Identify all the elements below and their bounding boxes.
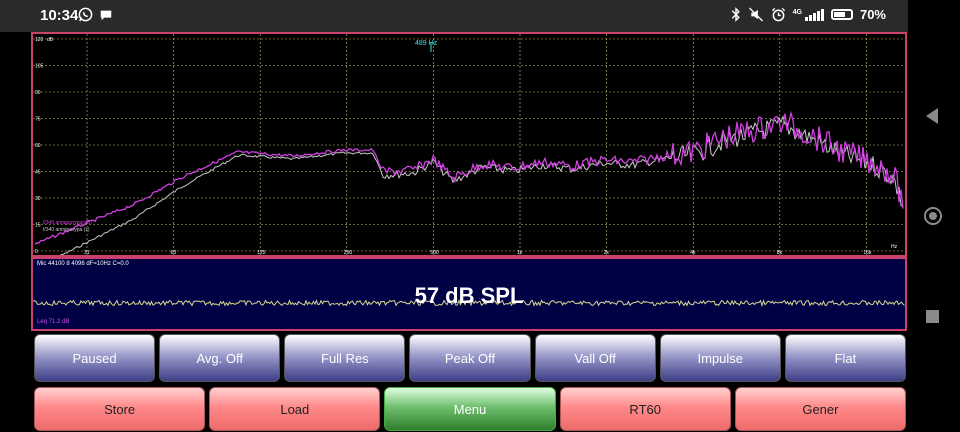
network-type: 4G (792, 8, 802, 16)
spl-meter-panel: Mic 44100 8 4096 dF=10Hz C=0.0 57 dB SPL… (31, 257, 907, 331)
y-tick-label: 0 (35, 249, 38, 255)
y-tick-label: 75 (35, 117, 41, 123)
controls-row-2: Store Load Menu RT60 Gener (34, 387, 907, 431)
y-tick-label: 90 (35, 90, 41, 96)
spectrum-graph[interactable]: 120 105 90 75 60 45 30 15 0 31 63 125 250 500 1k 2k 4k 8k… (31, 32, 907, 257)
x-tick-label: 16k (863, 250, 872, 255)
flat-button[interactable]: Flat (784, 334, 906, 382)
x-tick-label: 4k (690, 250, 696, 255)
navigation-bar (908, 0, 960, 432)
spectrum-plot: 120 105 90 75 60 45 30 15 0 31 63 125 250 500 1k 2k 4k 8k… (33, 34, 905, 255)
legend-white: f/340 аппаратура (s) (43, 227, 90, 233)
message-icon (100, 10, 112, 20)
mute-icon (748, 7, 763, 22)
bluetooth-icon (731, 7, 740, 22)
x-tick-label: 500 (430, 250, 439, 255)
rt60-button[interactable]: RT60 (559, 387, 731, 431)
home-icon[interactable] (924, 207, 942, 225)
x-tick-label: 250 (344, 250, 353, 255)
x-tick-label: 8k (777, 250, 783, 255)
store-button[interactable]: Store (34, 387, 206, 431)
y-tick-label: 45 (35, 170, 41, 176)
y-tick-label: 105 (35, 64, 44, 70)
gener-button[interactable]: Gener (734, 387, 907, 431)
x-tick-label: 125 (257, 250, 266, 255)
avg-off-button[interactable]: Avg. Off (159, 334, 281, 382)
x-tick-label: 2k (604, 250, 610, 255)
y-tick-label: 15 (35, 223, 41, 229)
cursor-frequency-label: 489 Hz (415, 40, 438, 47)
x-tick-label: 63 (171, 250, 177, 255)
full-res-button[interactable]: Full Res (284, 334, 406, 382)
whatsapp-icon (78, 7, 93, 22)
leq-value: Leq 71.2 dB (37, 319, 70, 325)
y-axis-unit: dB (47, 37, 54, 43)
x-tick-label: 1k (517, 250, 523, 255)
y-tick-label: 30 (35, 196, 41, 202)
battery-icon (830, 9, 853, 20)
legend-magenta: f/340 аппаратура(dB) (43, 220, 92, 226)
controls-row-1: Paused Avg. Off Full Res Peak Off Vall O… (34, 334, 906, 382)
vall-off-button[interactable]: Vall Off (534, 334, 656, 382)
back-icon[interactable] (926, 108, 938, 124)
alarm-icon (771, 7, 785, 22)
clock: 10:34 (40, 7, 79, 24)
battery-percent: 70% (859, 7, 886, 22)
status-bar: 10:34 4G 70% (0, 0, 908, 32)
menu-button[interactable]: Menu (384, 387, 556, 431)
paused-button[interactable]: Paused (34, 334, 156, 382)
peak-off-button[interactable]: Peak Off (409, 334, 531, 382)
x-tick-label: 31 (84, 250, 90, 255)
recent-apps-icon[interactable] (926, 310, 939, 323)
load-button[interactable]: Load (209, 387, 381, 431)
y-tick-label: 120 (35, 37, 44, 43)
spl-value: 57 dB SPL (414, 283, 524, 308)
mic-info: Mic 44100 8 4096 dF=10Hz C=0.0 (37, 261, 129, 267)
impulse-button[interactable]: Impulse (659, 334, 781, 382)
x-axis-unit: Hz (891, 244, 898, 250)
y-tick-label: 60 (35, 143, 41, 149)
signal-icon: 4G (792, 8, 824, 21)
